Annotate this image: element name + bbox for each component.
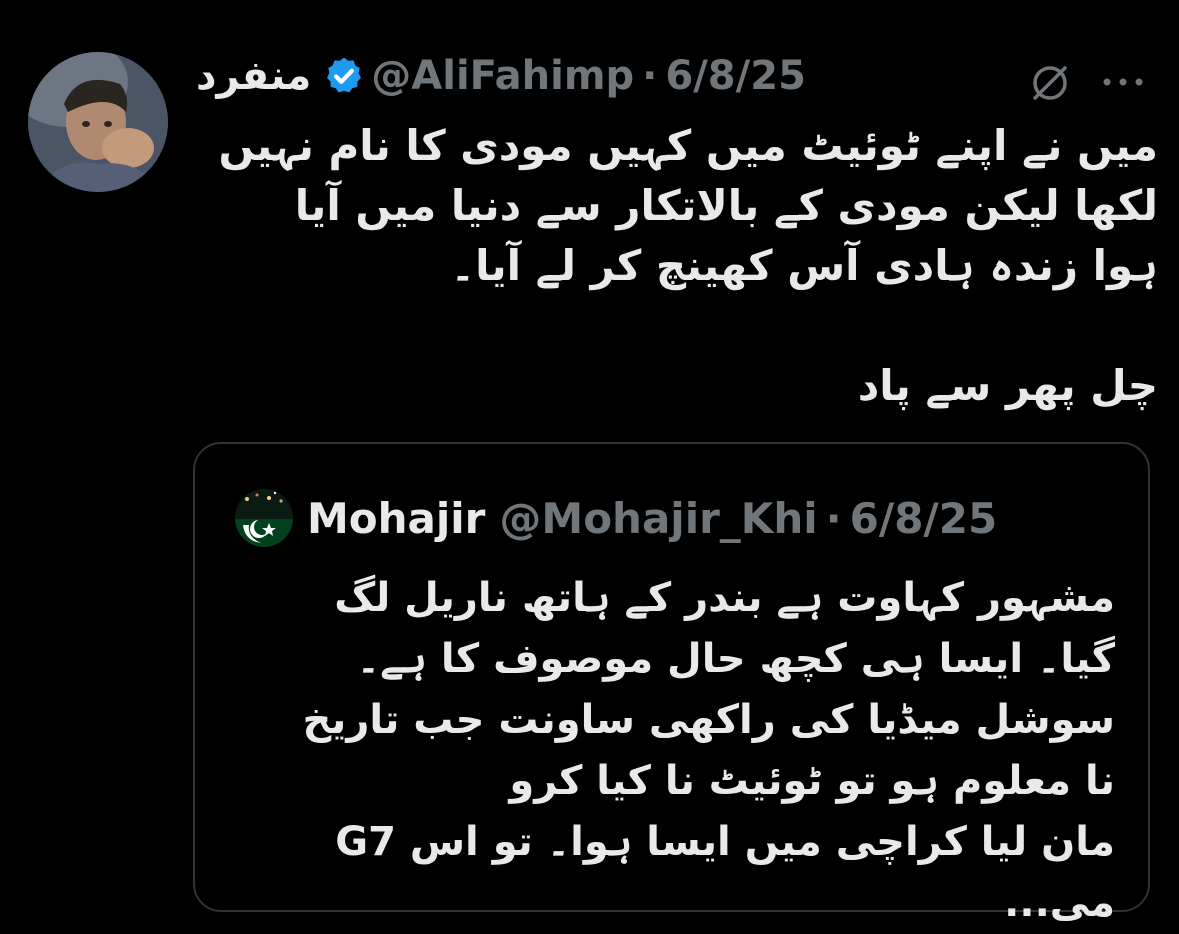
tweet-text: میں نے اپنے ٹوئیٹ میں کہیں مودی کا نام ن… bbox=[218, 121, 1158, 410]
quoted-tweet-date[interactable]: 6/8/25 bbox=[850, 494, 998, 543]
tweet-header: منفرد @AliFahimp · 6/8/25 bbox=[196, 50, 1159, 102]
quoted-author-handle[interactable]: @Mohajir_Khi bbox=[499, 494, 817, 543]
tweet-date[interactable]: 6/8/25 bbox=[665, 53, 806, 99]
more-icon[interactable] bbox=[1101, 72, 1145, 92]
quoted-tweet-text: مشہور کہاوت ہے بندر کے ہاتھ ناریل لگ گیا… bbox=[302, 575, 1115, 926]
user-avatar-photo-icon bbox=[28, 52, 168, 192]
verified-badge-icon bbox=[327, 57, 362, 93]
quoted-author-avatar[interactable] bbox=[235, 489, 293, 547]
author-avatar[interactable] bbox=[28, 52, 168, 192]
quoted-tweet-card[interactable]: Mohajir @Mohajir_Khi · 6/8/25 مشہور کہاو… bbox=[193, 442, 1150, 926]
pakistan-flag-avatar-icon bbox=[235, 489, 293, 547]
grok-icon[interactable] bbox=[1027, 60, 1073, 106]
quoted-separator-dot: · bbox=[825, 493, 842, 543]
author-handle[interactable]: @AliFahimp bbox=[371, 53, 634, 99]
author-display-name[interactable]: منفرد bbox=[196, 53, 311, 99]
quoted-author-display-name[interactable]: Mohajir bbox=[307, 494, 485, 543]
quoted-tweet-header: Mohajir @Mohajir_Khi · 6/8/25 bbox=[235, 488, 997, 548]
separator-dot: · bbox=[642, 53, 658, 99]
